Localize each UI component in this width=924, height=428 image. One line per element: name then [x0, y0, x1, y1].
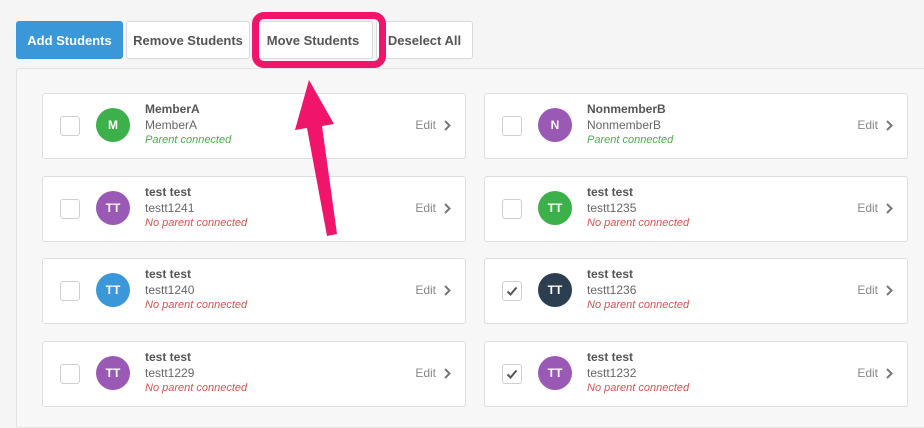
chevron-right-icon	[444, 367, 451, 379]
edit-link[interactable]: Edit	[857, 118, 893, 132]
chevron-right-icon	[886, 119, 893, 131]
student-username: testt1241	[145, 201, 195, 215]
student-name: test test	[145, 350, 192, 364]
student-username: testt1232	[587, 366, 637, 380]
avatar: TT	[538, 273, 572, 307]
edit-label: Edit	[415, 201, 436, 215]
student-checkbox[interactable]	[502, 199, 522, 219]
edit-label: Edit	[415, 283, 436, 297]
avatar: TT	[538, 356, 572, 390]
parent-status: No parent connected	[587, 217, 690, 229]
student-username: testt1229	[145, 366, 195, 380]
chevron-right-icon	[886, 367, 893, 379]
checkmark-icon	[506, 369, 518, 379]
student-checkbox[interactable]	[502, 116, 522, 136]
edit-link[interactable]: Edit	[857, 366, 893, 380]
deselect-all-button[interactable]: Deselect All	[376, 21, 473, 59]
edit-label: Edit	[415, 118, 436, 132]
student-checkbox[interactable]	[60, 116, 80, 136]
edit-label: Edit	[857, 366, 878, 380]
parent-status: Parent connected	[145, 134, 232, 146]
student-card[interactable]: TT test test testt1232 No parent connect…	[484, 341, 908, 407]
student-name: test test	[587, 185, 634, 199]
student-card[interactable]: TT test test testt1241 No parent connect…	[42, 176, 466, 242]
student-checkbox[interactable]	[502, 364, 522, 384]
chevron-right-icon	[444, 284, 451, 296]
student-checkbox[interactable]	[60, 364, 80, 384]
edit-link[interactable]: Edit	[415, 366, 451, 380]
edit-label: Edit	[857, 118, 878, 132]
parent-status: Parent connected	[587, 134, 674, 146]
checkmark-icon	[506, 286, 518, 296]
edit-link[interactable]: Edit	[857, 201, 893, 215]
student-name: test test	[145, 185, 192, 199]
edit-link[interactable]: Edit	[415, 201, 451, 215]
student-name: MemberA	[145, 102, 200, 116]
edit-link[interactable]: Edit	[415, 283, 451, 297]
avatar: N	[538, 108, 572, 142]
student-username: testt1235	[587, 201, 637, 215]
remove-students-button[interactable]: Remove Students	[126, 21, 250, 59]
avatar: TT	[96, 273, 130, 307]
move-students-button[interactable]: Move Students	[253, 21, 373, 59]
parent-status: No parent connected	[145, 299, 248, 311]
student-checkbox[interactable]	[502, 281, 522, 301]
student-username: NonmemberB	[587, 118, 662, 132]
avatar: M	[96, 108, 130, 142]
student-card[interactable]: TT test test testt1236 No parent connect…	[484, 258, 908, 324]
student-card[interactable]: M MemberA MemberA Parent connected Edit	[42, 93, 466, 159]
toolbar: Add Students Remove Students Move Studen…	[16, 21, 476, 59]
parent-status: No parent connected	[587, 382, 690, 394]
student-card[interactable]: TT test test testt1235 No parent connect…	[484, 176, 908, 242]
student-checkbox[interactable]	[60, 199, 80, 219]
student-name: test test	[587, 267, 634, 281]
parent-status: No parent connected	[587, 299, 690, 311]
edit-link[interactable]: Edit	[857, 283, 893, 297]
parent-status: No parent connected	[145, 382, 248, 394]
student-card[interactable]: TT test test testt1229 No parent connect…	[42, 341, 466, 407]
parent-status: No parent connected	[145, 217, 248, 229]
student-username: testt1240	[145, 283, 195, 297]
chevron-right-icon	[886, 284, 893, 296]
student-name: test test	[145, 267, 192, 281]
edit-label: Edit	[857, 283, 878, 297]
edit-link[interactable]: Edit	[415, 118, 451, 132]
student-name: NonmemberB	[587, 102, 666, 116]
student-card[interactable]: TT test test testt1240 No parent connect…	[42, 258, 466, 324]
chevron-right-icon	[886, 202, 893, 214]
student-checkbox[interactable]	[60, 281, 80, 301]
chevron-right-icon	[444, 202, 451, 214]
student-username: MemberA	[145, 118, 198, 132]
student-card[interactable]: N NonmemberB NonmemberB Parent connected…	[484, 93, 908, 159]
edit-label: Edit	[415, 366, 436, 380]
student-username: testt1236	[587, 283, 637, 297]
avatar: TT	[96, 356, 130, 390]
edit-label: Edit	[857, 201, 878, 215]
chevron-right-icon	[444, 119, 451, 131]
avatar: TT	[96, 191, 130, 225]
student-name: test test	[587, 350, 634, 364]
avatar: TT	[538, 191, 572, 225]
add-students-button[interactable]: Add Students	[16, 21, 123, 59]
